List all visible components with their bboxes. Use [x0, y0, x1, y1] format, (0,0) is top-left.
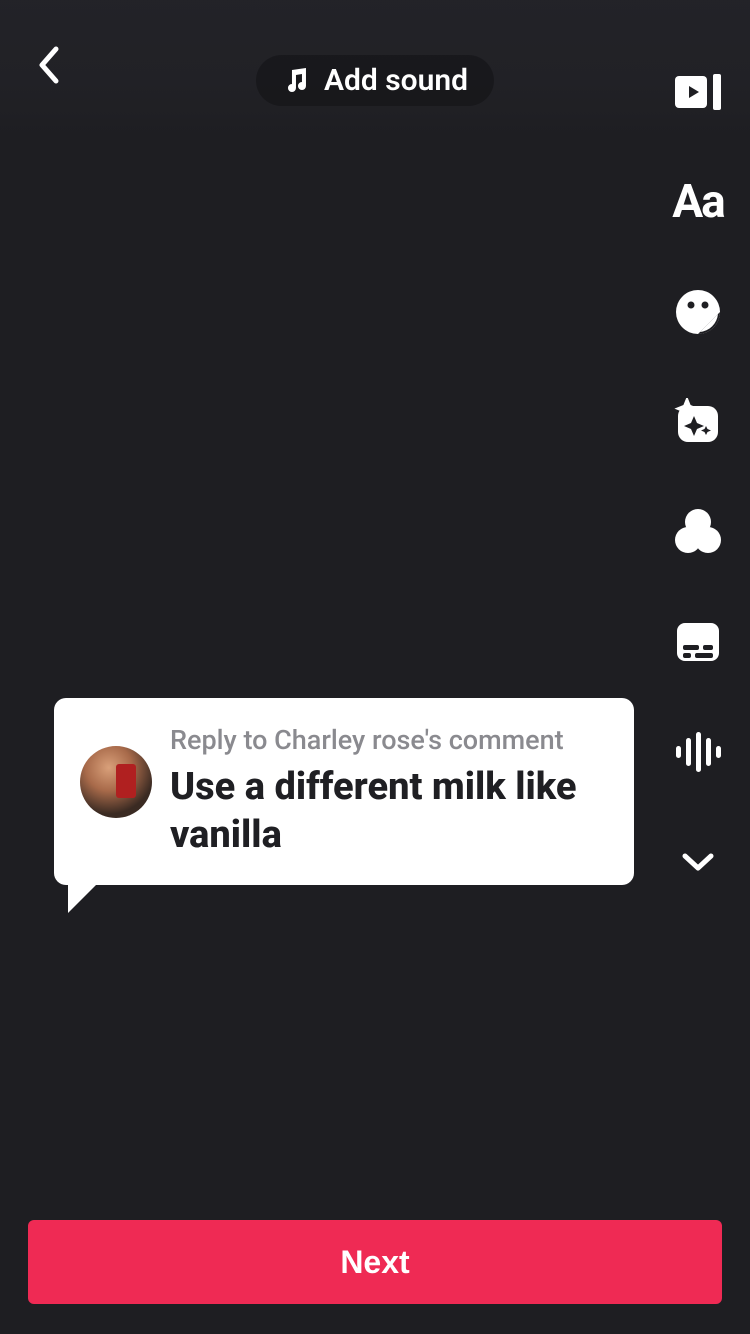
flip-camera-button[interactable] [672, 66, 724, 118]
sticker-face-icon [674, 288, 722, 336]
text-tool-button[interactable]: Aa [672, 176, 724, 228]
music-note-icon [282, 66, 312, 96]
editor-toolbar: Aa [662, 66, 734, 888]
next-button-label: Next [340, 1244, 409, 1281]
captions-icon [675, 621, 721, 663]
add-sound-button[interactable]: Add sound [256, 55, 494, 106]
back-button[interactable] [26, 43, 70, 87]
comment-bubble: Reply to Charley rose's comment Use a di… [54, 698, 634, 885]
reply-to-label: Reply to Charley rose's comment [170, 724, 608, 756]
filters-button[interactable] [672, 506, 724, 558]
audio-waveform-icon [673, 730, 723, 774]
comment-text-block: Reply to Charley rose's comment Use a di… [170, 724, 608, 859]
sparkle-effects-icon [674, 398, 722, 446]
next-button[interactable]: Next [28, 1220, 722, 1304]
commenter-avatar [80, 746, 152, 818]
captions-button[interactable] [672, 616, 724, 668]
effects-button[interactable] [672, 396, 724, 448]
filters-venn-icon [673, 507, 723, 557]
reply-comment-sticker[interactable]: Reply to Charley rose's comment Use a di… [54, 698, 634, 885]
text-aa-icon: Aa [672, 175, 724, 229]
bottom-bar: Next [28, 1220, 722, 1304]
stickers-button[interactable] [672, 286, 724, 338]
chevron-down-icon [681, 851, 715, 873]
chevron-left-icon [36, 45, 60, 85]
audio-editing-button[interactable] [672, 726, 724, 778]
top-bar: Add sound [0, 0, 750, 140]
add-sound-label: Add sound [324, 63, 468, 98]
speech-bubble-tail-icon [68, 879, 102, 913]
flip-camera-icon [673, 70, 723, 114]
more-tools-button[interactable] [672, 836, 724, 888]
comment-body-text: Use a different milk like vanilla [170, 764, 608, 859]
